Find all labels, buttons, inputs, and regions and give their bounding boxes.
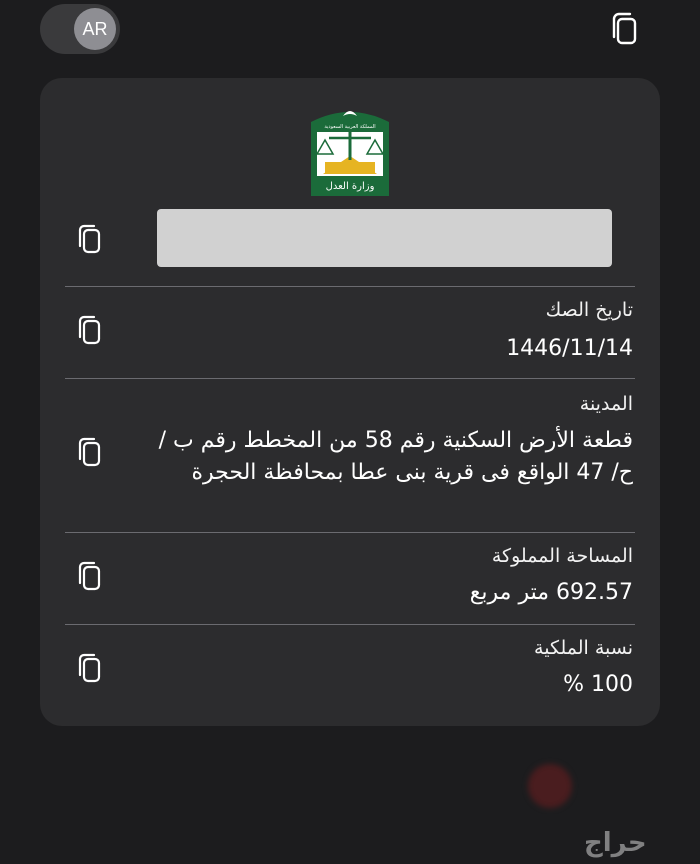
field-label: المدينة [579, 393, 633, 415]
copy-icon[interactable] [75, 435, 105, 469]
field-value: 692.57 متر مربع [469, 580, 633, 605]
language-toggle[interactable]: AR [40, 4, 120, 54]
field-value: 1446/11/14 [506, 336, 633, 361]
field-row-ownership-percentage: نسبة الملكية 100 % [65, 624, 635, 717]
redacted-block [157, 209, 612, 267]
field-row-owned-area: المساحة المملوكة 692.57 متر مربع [65, 532, 635, 625]
field-label: المساحة المملوكة [491, 545, 633, 567]
language-toggle-knob[interactable]: AR [74, 8, 116, 50]
field-label: نسبة الملكية [534, 637, 633, 659]
emblem-name: وزارة العدل [326, 181, 375, 192]
field-row-city: المدينة قطعة الأرض السكنية رقم 58 من الم… [65, 378, 635, 533]
field-value: 100 % [563, 672, 633, 697]
deed-card: وزارة العدل المملكة العربية السعودية تار… [40, 78, 660, 726]
emblem-top-text: المملكة العربية السعودية [324, 124, 375, 130]
screen: AR وزارة العدل المملكة العربية السعودية [0, 0, 700, 864]
copy-icon[interactable] [75, 559, 105, 593]
watermark: حراج [584, 828, 647, 858]
copy-icon[interactable] [75, 313, 105, 347]
copy-icon[interactable] [75, 651, 105, 685]
copy-all-icon[interactable] [608, 10, 642, 48]
ministry-emblem-icon: وزارة العدل المملكة العربية السعودية [305, 104, 395, 196]
record-indicator [528, 764, 572, 808]
field-row-deed-date: تاريخ الصك 1446/11/14 [65, 286, 635, 379]
field-value: قطعة الأرض السكنية رقم 58 من المخطط رقم … [158, 428, 633, 485]
field-label: تاريخ الصك [545, 299, 633, 321]
copy-icon[interactable] [75, 222, 105, 256]
